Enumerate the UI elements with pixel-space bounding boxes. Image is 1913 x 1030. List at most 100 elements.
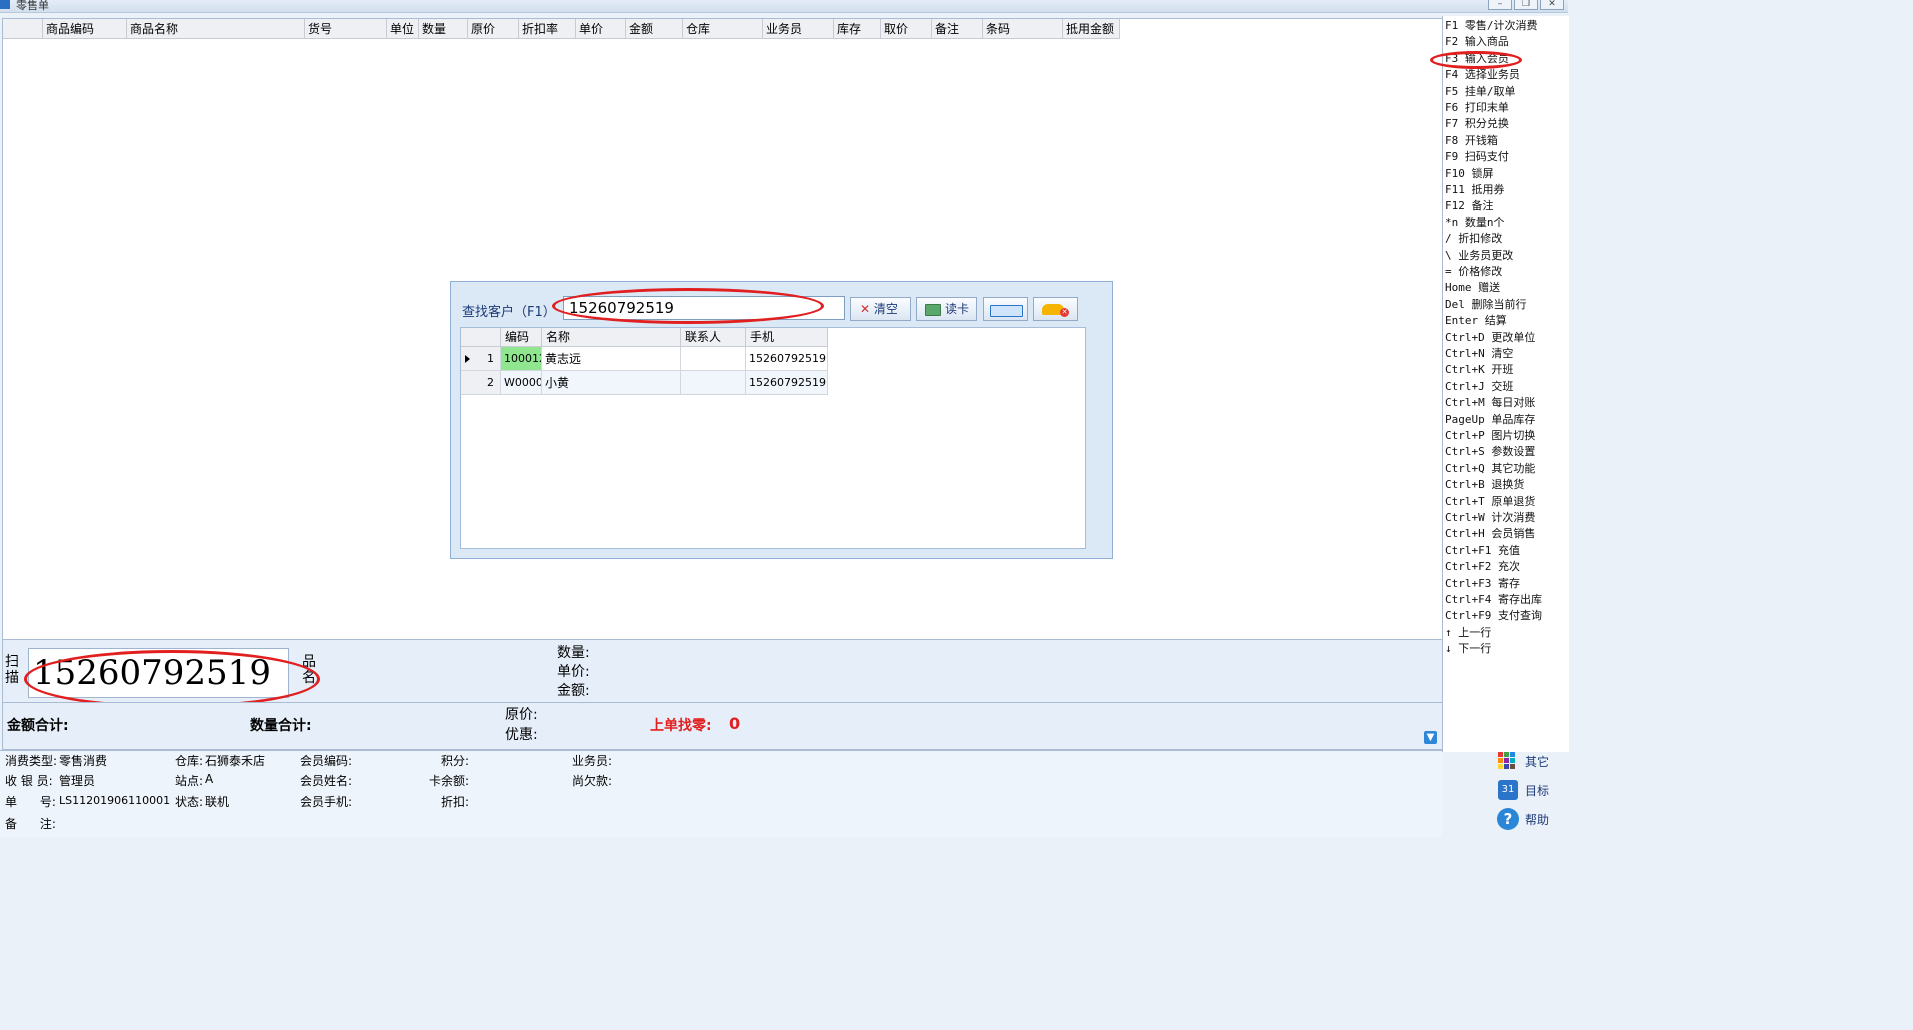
col-header[interactable]: 单价	[576, 19, 626, 38]
other-action-label[interactable]: 其它	[1525, 753, 1549, 770]
shortcut-item[interactable]: ↓ 下一行	[1445, 641, 1491, 657]
highlight-ellipse-shortcut	[1430, 51, 1522, 69]
totals-bar	[2, 702, 1443, 750]
keyboard-icon	[990, 305, 1023, 317]
col-header-contact[interactable]: 联系人	[681, 328, 746, 347]
points-label: 积分:	[441, 754, 470, 768]
last-change-label: 上单找零:	[650, 718, 712, 734]
shortcut-item[interactable]: Ctrl+F3 寄存	[1445, 576, 1520, 592]
col-header[interactable]: 库存	[834, 19, 881, 38]
app-icon	[0, 0, 10, 9]
highlight-ellipse-search	[552, 288, 824, 324]
calendar-icon[interactable]: 31	[1498, 780, 1518, 800]
member-name-label: 会员姓名:	[300, 774, 353, 788]
shortcut-item[interactable]: Ctrl+J 交班	[1445, 379, 1513, 395]
col-header-name[interactable]: 名称	[542, 328, 681, 347]
read-card-button[interactable]: 读卡	[916, 297, 977, 321]
shortcut-item[interactable]: Ctrl+F4 寄存出库	[1445, 592, 1542, 608]
shortcut-item[interactable]: Ctrl+N 清空	[1445, 346, 1513, 362]
shortcut-item[interactable]: Ctrl+T 原单退货	[1445, 494, 1535, 510]
shortcut-item[interactable]: Ctrl+Q 其它功能	[1445, 461, 1535, 477]
col-header[interactable]: 金额	[626, 19, 683, 38]
col-header[interactable]: 商品编码	[43, 19, 127, 38]
restore-button[interactable]: ❐	[1514, 0, 1538, 10]
customer-search-label: 查找客户（F1）	[462, 305, 556, 320]
site-value: A	[205, 772, 214, 786]
shortcut-item[interactable]: F9 扫码支付	[1445, 149, 1509, 165]
col-header[interactable]: 折扣率	[519, 19, 576, 38]
col-header[interactable]: 抵用金额	[1063, 19, 1120, 38]
shortcut-item[interactable]: Ctrl+F9 支付查询	[1445, 608, 1542, 624]
col-header[interactable]: 备注	[932, 19, 983, 38]
shortcut-item[interactable]: PageUp 单品库存	[1445, 412, 1535, 428]
target-action-label[interactable]: 目标	[1525, 782, 1549, 799]
help-icon[interactable]: ?	[1497, 808, 1519, 830]
grid-row-indicator-header	[3, 19, 43, 38]
shortcut-item[interactable]: Ctrl+W 计次消费	[1445, 510, 1535, 526]
shortcut-item[interactable]: Ctrl+M 每日对账	[1445, 395, 1535, 411]
shortcut-item[interactable]: Ctrl+F1 充值	[1445, 543, 1520, 559]
shortcut-item[interactable]: Enter 结算	[1445, 313, 1507, 329]
col-header[interactable]: 单位	[387, 19, 419, 38]
help-action-label[interactable]: 帮助	[1525, 811, 1549, 828]
shortcut-item[interactable]: Ctrl+F2 充次	[1445, 559, 1520, 575]
col-header[interactable]: 数量	[419, 19, 468, 38]
shortcut-item[interactable]: F1 零售/计次消费	[1445, 18, 1538, 34]
shortcut-item[interactable]: F8 开钱箱	[1445, 133, 1498, 149]
cell-contact[interactable]	[681, 347, 746, 371]
shortcut-item[interactable]: *n 数量n个	[1445, 215, 1505, 231]
col-header[interactable]: 原价	[468, 19, 519, 38]
shortcut-item[interactable]: F10 锁屏	[1445, 166, 1494, 182]
close-x-icon: ✕	[860, 302, 871, 316]
shortcut-item[interactable]: Home 赠送	[1445, 280, 1500, 296]
shortcut-item[interactable]: F5 挂单/取单	[1445, 84, 1516, 100]
arrow-down-icon[interactable]: ▼	[1424, 731, 1437, 744]
shortcut-item[interactable]: Ctrl+K 开班	[1445, 362, 1513, 378]
cell-code[interactable]: W00001	[501, 371, 542, 395]
cell-phone[interactable]: 15260792519	[746, 347, 828, 371]
shortcut-item[interactable]: F2 输入商品	[1445, 34, 1509, 50]
card-icon	[925, 304, 941, 316]
shortcut-item[interactable]: ↑ 上一行	[1445, 625, 1491, 641]
shortcut-item[interactable]: F12 备注	[1445, 198, 1494, 214]
col-header[interactable]: 商品名称	[127, 19, 305, 38]
cell-name[interactable]: 黄志远	[542, 347, 681, 371]
highlight-ellipse-scan	[24, 650, 320, 708]
minimize-button[interactable]: –	[1488, 0, 1512, 10]
cashier-value: 管理员	[59, 774, 96, 788]
shortcut-item[interactable]: \ 业务员更改	[1445, 248, 1513, 264]
cell-contact[interactable]	[681, 371, 746, 395]
col-header[interactable]: 仓库	[683, 19, 763, 38]
col-header[interactable]: 条码	[983, 19, 1063, 38]
order-no-label: 单 号:	[5, 795, 56, 809]
cell-name[interactable]: 小黄	[542, 371, 681, 395]
shortcut-item[interactable]: Ctrl+H 会员销售	[1445, 526, 1535, 542]
keyboard-button[interactable]	[983, 297, 1028, 321]
amount-total-label: 金额合计:	[7, 718, 69, 734]
shortcut-item[interactable]: Ctrl+P 图片切换	[1445, 428, 1535, 444]
shortcut-item[interactable]: Del 删除当前行	[1445, 297, 1527, 313]
shortcut-item[interactable]: / 折扣修改	[1445, 231, 1502, 247]
apps-grid-icon[interactable]	[1498, 752, 1516, 770]
col-header-phone[interactable]: 手机	[746, 328, 828, 347]
shortcut-item[interactable]: Ctrl+D 更改单位	[1445, 330, 1535, 346]
result-grid-corner	[461, 328, 501, 347]
qty-total-label: 数量合计:	[250, 718, 312, 734]
shortcut-item[interactable]: Ctrl+B 退换货	[1445, 477, 1524, 493]
col-header[interactable]: 取价	[881, 19, 932, 38]
shortcut-item[interactable]: F7 积分兑换	[1445, 116, 1509, 132]
col-header-code[interactable]: 编码	[501, 328, 542, 347]
col-header[interactable]: 货号	[305, 19, 387, 38]
shortcut-item[interactable]: F11 抵用券	[1445, 182, 1505, 198]
shortcut-item[interactable]: Ctrl+S 参数设置	[1445, 444, 1535, 460]
col-header[interactable]: 业务员	[763, 19, 834, 38]
shortcut-item[interactable]: F6 打印末单	[1445, 100, 1509, 116]
current-row-indicator-icon	[465, 355, 470, 363]
cell-code[interactable]: 100012	[501, 347, 542, 371]
clear-card-button[interactable]: ✕	[1033, 297, 1078, 321]
cell-phone[interactable]: 15260792519	[746, 371, 828, 395]
shortcut-item[interactable]: = 价格修改	[1445, 264, 1502, 280]
clear-button[interactable]: ✕ 清空	[850, 297, 911, 321]
close-button[interactable]: ✕	[1540, 0, 1564, 10]
shortcut-item[interactable]: F4 选择业务员	[1445, 67, 1520, 83]
